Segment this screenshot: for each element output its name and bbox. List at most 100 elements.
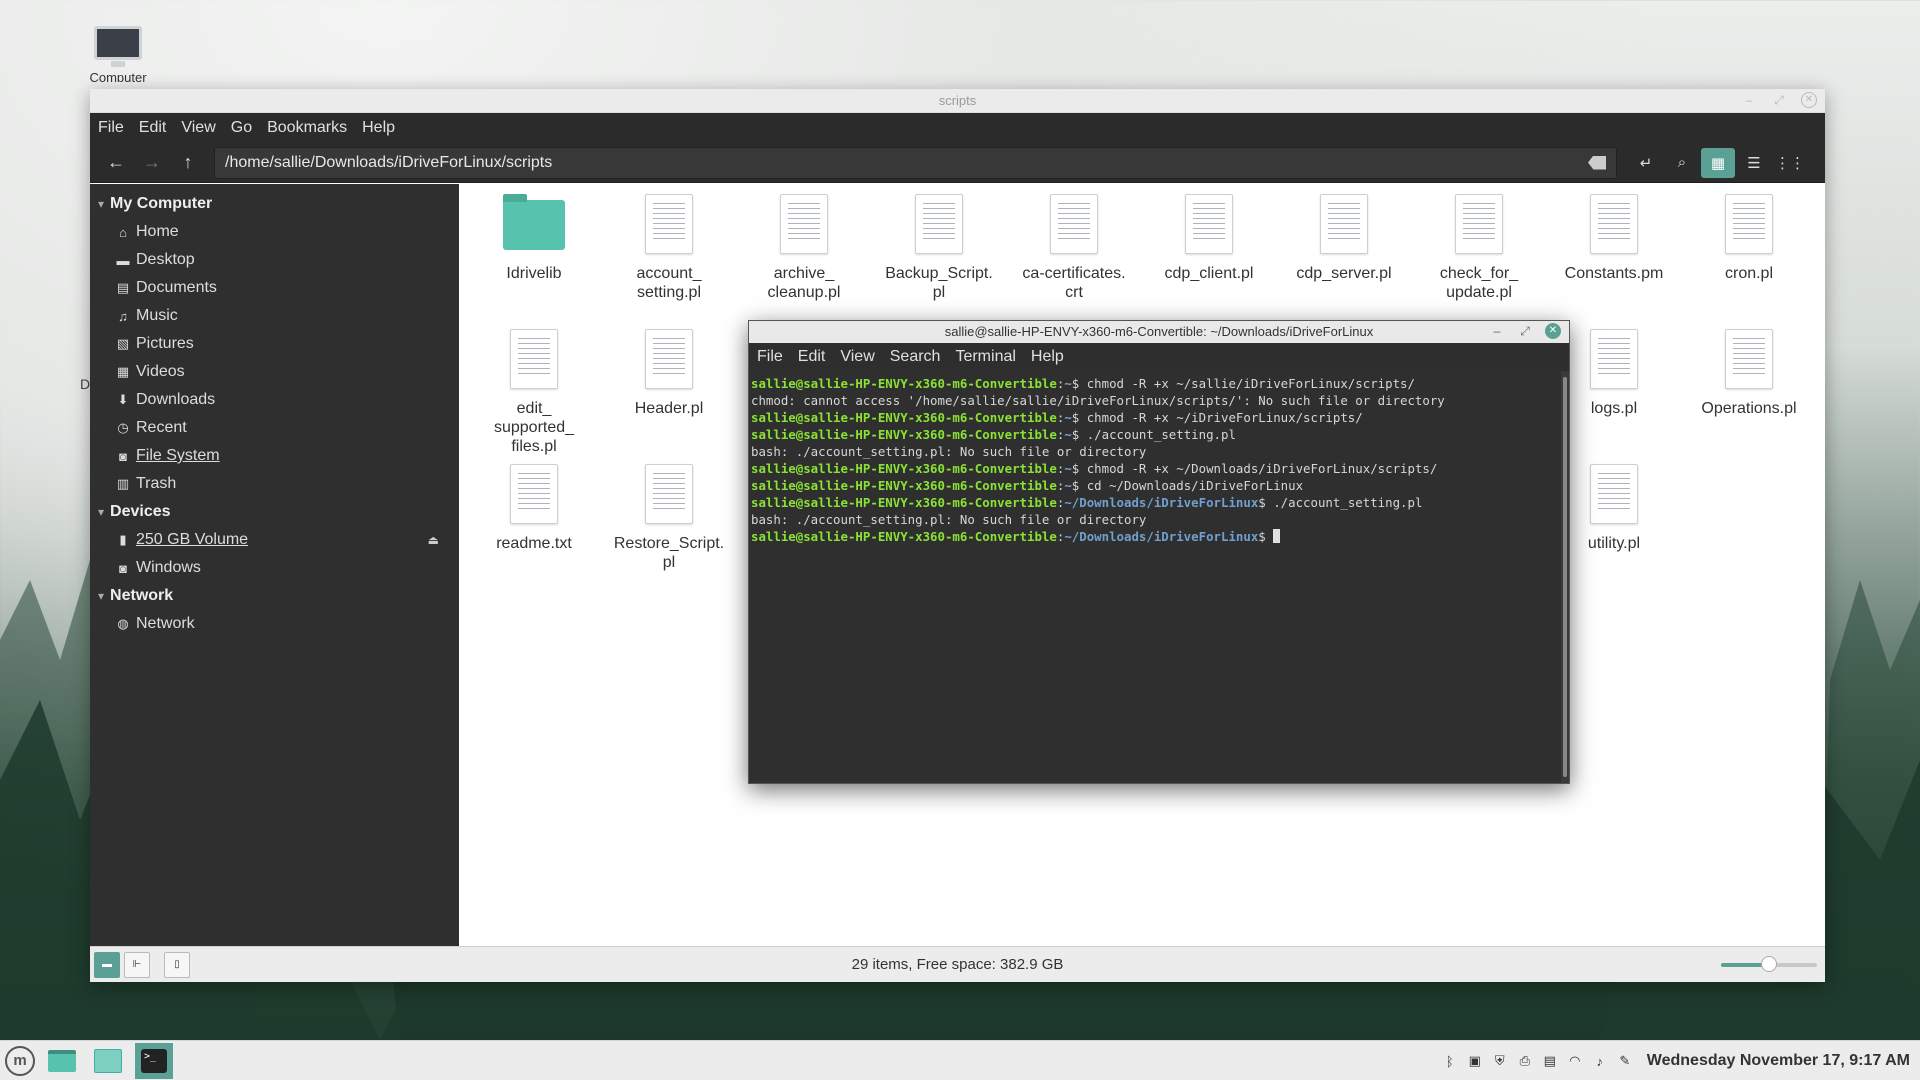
maximize-icon[interactable]: ⤢ bbox=[1771, 92, 1787, 108]
document-icon bbox=[1590, 329, 1638, 389]
clipboard-icon[interactable]: ▣ bbox=[1468, 1053, 1482, 1069]
sidebar-item-home[interactable]: ⌂ Home bbox=[90, 218, 459, 246]
window-titlebar[interactable]: scripts – ⤢ ✕ bbox=[90, 89, 1825, 113]
sidebar-item-recent[interactable]: ◷ Recent bbox=[90, 414, 459, 442]
sidebar-item-trash[interactable]: ▥ Trash bbox=[90, 470, 459, 498]
sidebar-item-desktop[interactable]: ▬ Desktop bbox=[90, 246, 459, 274]
close-icon[interactable]: ✕ bbox=[1801, 92, 1817, 108]
clear-location-icon[interactable] bbox=[1588, 155, 1606, 170]
file-item[interactable]: Restore_Script. pl bbox=[604, 464, 734, 572]
removable-drive-icon[interactable]: ▤ bbox=[1543, 1053, 1557, 1069]
drive-icon: ◙ bbox=[119, 448, 127, 464]
location-bar[interactable]: /home/sallie/Downloads/iDriveForLinux/sc… bbox=[214, 146, 1617, 179]
show-places-icon[interactable]: ▬ bbox=[94, 951, 120, 978]
menu-edit[interactable]: Edit bbox=[139, 119, 167, 137]
notes-icon[interactable]: ✎ bbox=[1618, 1053, 1632, 1069]
clock[interactable]: Wednesday November 17, 9:17 AM bbox=[1647, 1052, 1910, 1070]
file-item[interactable]: Operations.pl bbox=[1684, 329, 1814, 418]
volume-icon[interactable]: ♪ bbox=[1593, 1054, 1607, 1069]
hide-sidebar-icon[interactable]: ▯ bbox=[164, 951, 190, 978]
file-item[interactable]: archive_ cleanup.pl bbox=[739, 194, 869, 302]
toggle-location-icon[interactable]: ↵ bbox=[1629, 148, 1663, 178]
back-icon[interactable]: ← bbox=[98, 147, 134, 179]
file-item[interactable]: cdp_server.pl bbox=[1279, 194, 1409, 283]
file-item[interactable]: Idrivelib bbox=[469, 194, 599, 283]
terminal-icon[interactable]: >_ bbox=[135, 1042, 173, 1079]
menu-help[interactable]: Help bbox=[362, 119, 395, 137]
file-name: cron.pl bbox=[1724, 265, 1774, 282]
system-tray: ᛒ ▣ ⛨ ⎙ ▤ ◠ ♪ ✎ Wednesday November 17, 9… bbox=[1443, 1041, 1910, 1080]
file-item[interactable]: readme.txt bbox=[469, 464, 599, 553]
file-item[interactable]: cron.pl bbox=[1684, 194, 1814, 283]
sidebar-item-downloads[interactable]: ⬇ Downloads bbox=[90, 386, 459, 414]
sidebar-heading-devices[interactable]: Devices bbox=[90, 498, 459, 526]
mint-menu-icon[interactable]: m bbox=[5, 1045, 35, 1076]
sidebar-item-music[interactable]: ♫ Music bbox=[90, 302, 459, 330]
shield-icon[interactable]: ⛨ bbox=[1493, 1053, 1507, 1069]
terminal-menu-search[interactable]: Search bbox=[890, 348, 941, 366]
location-path[interactable]: /home/sallie/Downloads/iDriveForLinux/sc… bbox=[225, 154, 1588, 172]
search-icon[interactable]: ⌕ bbox=[1665, 148, 1699, 178]
bluetooth-icon[interactable]: ᛒ bbox=[1443, 1054, 1457, 1069]
terminal-menu-edit[interactable]: Edit bbox=[798, 348, 826, 366]
menu-view[interactable]: View bbox=[181, 119, 215, 137]
terminal-scrollbar[interactable] bbox=[1561, 371, 1569, 783]
show-treeview-icon[interactable]: ⊩ bbox=[124, 951, 150, 978]
terminal-menu-terminal[interactable]: Terminal bbox=[955, 348, 1015, 366]
menu-go[interactable]: Go bbox=[231, 119, 252, 137]
minimize-icon[interactable]: – bbox=[1741, 92, 1757, 108]
files-icon[interactable] bbox=[89, 1043, 127, 1079]
sidebar-heading-my-computer[interactable]: My Computer bbox=[90, 190, 459, 218]
file-item[interactable]: check_for_ update.pl bbox=[1414, 194, 1544, 302]
sidebar-item-windows[interactable]: ◙ Windows bbox=[90, 554, 459, 582]
terminal-output[interactable]: sallie@sallie-HP-ENVY-x360-m6-Convertibl… bbox=[749, 371, 1561, 783]
desktop-computer-icon[interactable]: Computer bbox=[78, 26, 158, 82]
up-icon[interactable]: ↑ bbox=[170, 147, 206, 179]
file-item[interactable]: Header.pl bbox=[604, 329, 734, 418]
document-icon bbox=[1455, 194, 1503, 254]
terminal-menu-help[interactable]: Help bbox=[1031, 348, 1064, 366]
sidebar-item-file-system[interactable]: ◙ File System bbox=[90, 442, 459, 470]
eject-icon[interactable]: ⏏ bbox=[428, 533, 439, 547]
wifi-icon[interactable]: ◠ bbox=[1568, 1053, 1582, 1069]
file-item[interactable]: cdp_client.pl bbox=[1144, 194, 1274, 283]
zoom-slider-knob[interactable] bbox=[1761, 956, 1777, 972]
terminal-command: ./account_setting.pl bbox=[1086, 427, 1236, 442]
close-icon[interactable]: ✕ bbox=[1545, 323, 1561, 339]
menu-file[interactable]: File bbox=[98, 119, 124, 137]
network-icon: ◍ bbox=[117, 616, 129, 631]
sidebar-heading-network[interactable]: Network bbox=[90, 582, 459, 610]
sidebar-item-250-gb-volume[interactable]: ▮ 250 GB Volume ⏏ bbox=[90, 526, 459, 554]
window-controls: – ⤢ ✕ bbox=[1741, 92, 1817, 108]
window-title: scripts bbox=[938, 93, 977, 108]
compact-view-icon[interactable]: ⋮⋮ bbox=[1773, 148, 1807, 178]
icon-view-icon[interactable]: ▦ bbox=[1701, 147, 1735, 178]
sidebar-item-network[interactable]: ◍ Network bbox=[90, 610, 459, 638]
printer-icon[interactable]: ⎙ bbox=[1518, 1053, 1532, 1069]
file-item[interactable]: Backup_Script. pl bbox=[874, 194, 1004, 302]
sidebar-item-documents[interactable]: ▤ Documents bbox=[90, 274, 459, 302]
forward-icon[interactable]: → bbox=[134, 147, 170, 179]
prompt-path: ~ bbox=[1064, 461, 1072, 476]
minimize-icon[interactable]: – bbox=[1489, 323, 1505, 339]
sidebar-item-videos[interactable]: ▦ Videos bbox=[90, 358, 459, 386]
file-item[interactable]: edit_ supported_ files.pl bbox=[469, 329, 599, 456]
list-view-icon[interactable]: ☰ bbox=[1737, 148, 1771, 178]
sidebar-item-pictures[interactable]: ▧ Pictures bbox=[90, 330, 459, 358]
drive-icon: ◙ bbox=[119, 560, 127, 576]
file-item[interactable]: account_ setting.pl bbox=[604, 194, 734, 302]
maximize-icon[interactable]: ⤢ bbox=[1517, 323, 1533, 339]
sidebar-item-label: File System bbox=[136, 447, 220, 464]
menu-bookmarks[interactable]: Bookmarks bbox=[267, 119, 347, 137]
terminal-titlebar[interactable]: sallie@sallie-HP-ENVY-x360-m6-Convertibl… bbox=[749, 321, 1569, 343]
file-item[interactable]: Constants.pm bbox=[1549, 194, 1679, 283]
document-icon bbox=[1320, 194, 1368, 254]
file-item[interactable]: ca-certificates. crt bbox=[1009, 194, 1139, 302]
sidebar-item-label: Home bbox=[136, 223, 179, 240]
zoom-slider[interactable] bbox=[1721, 956, 1817, 972]
show-desktop-icon[interactable] bbox=[43, 1043, 81, 1079]
terminal-command: cd ~/Downloads/iDriveForLinux bbox=[1086, 478, 1304, 493]
terminal-menu-file[interactable]: File bbox=[757, 348, 783, 366]
sidebar-item-label: Downloads bbox=[136, 391, 216, 408]
terminal-menu-view[interactable]: View bbox=[840, 348, 874, 366]
